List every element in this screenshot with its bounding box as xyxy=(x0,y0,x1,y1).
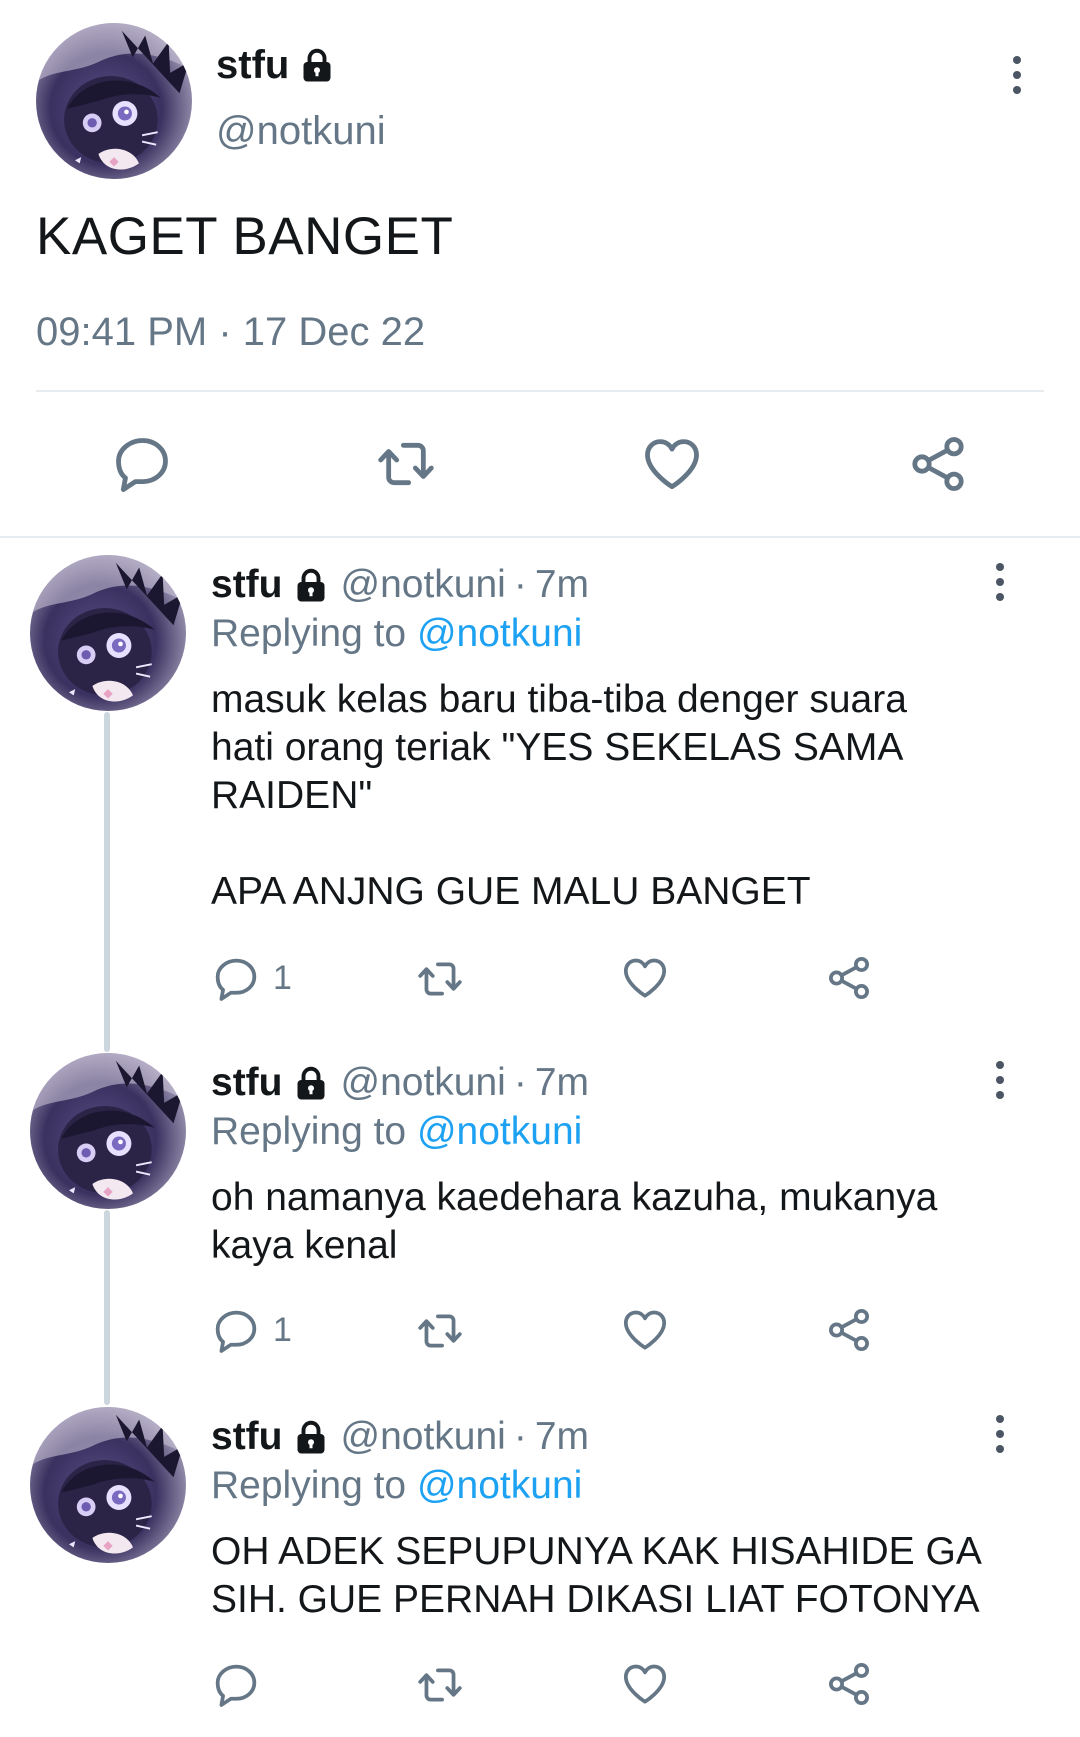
display-name[interactable]: stfu xyxy=(216,40,335,90)
user-handle[interactable]: @notkuni xyxy=(341,1059,506,1107)
lock-icon xyxy=(293,1063,329,1103)
reply-header: stfu @notkuni · 7m xyxy=(211,561,589,609)
replying-to-label: Replying to xyxy=(211,1464,417,1507)
lock-icon xyxy=(299,45,335,85)
section-divider xyxy=(0,536,1080,538)
reply-time: 7m xyxy=(534,563,590,606)
divider xyxy=(36,390,1044,392)
more-options-icon[interactable] xyxy=(993,1060,1007,1100)
thread-line xyxy=(104,1210,110,1405)
tweet-timestamp: 09:41 PM · 17 Dec 22 xyxy=(36,310,426,354)
reply-count: 1 xyxy=(273,959,292,997)
reply-text: masuk kelas baru tiba-tiba denger suara … xyxy=(211,678,907,913)
mention-link[interactable]: @notkuni xyxy=(417,612,582,655)
retweet-icon[interactable] xyxy=(372,432,440,496)
display-name[interactable]: stfu xyxy=(211,561,283,609)
more-options-icon[interactable] xyxy=(993,1414,1007,1454)
reply-icon[interactable] xyxy=(211,1306,261,1356)
more-options-icon[interactable] xyxy=(993,562,1007,602)
reply-text: OH ADEK SEPUPUNYA KAK HISAHIDE GA SIH. G… xyxy=(211,1530,982,1621)
thread-line xyxy=(104,712,110,1052)
display-name[interactable]: stfu xyxy=(211,1413,283,1461)
reply-time: 7m xyxy=(534,1061,590,1104)
mention-link[interactable]: @notkuni xyxy=(417,1110,582,1153)
user-handle[interactable]: @notkuni xyxy=(216,106,386,156)
lock-icon xyxy=(293,1417,329,1457)
reply-text: oh namanya kaedehara kazuha, mukanya kay… xyxy=(211,1176,938,1267)
user-handle[interactable]: @notkuni xyxy=(341,561,506,609)
share-icon[interactable] xyxy=(824,1658,874,1710)
share-icon[interactable] xyxy=(824,1304,874,1356)
like-icon[interactable] xyxy=(640,432,704,496)
reply-header: stfu @notkuni · 7m xyxy=(211,1059,589,1107)
replying-to-label: Replying to xyxy=(211,612,417,655)
reply-icon[interactable] xyxy=(110,432,174,496)
retweet-icon[interactable] xyxy=(412,1306,468,1356)
display-name-text: stfu xyxy=(216,43,290,87)
retweet-icon[interactable] xyxy=(412,954,468,1004)
reply-icon[interactable] xyxy=(211,954,261,1004)
reply-icon[interactable] xyxy=(211,1660,261,1710)
share-icon[interactable] xyxy=(824,952,874,1004)
avatar[interactable] xyxy=(30,1053,186,1209)
more-options-icon[interactable] xyxy=(1010,55,1024,95)
avatar[interactable] xyxy=(30,555,186,711)
tweet-text: KAGET BANGET xyxy=(36,207,454,266)
mention-link[interactable]: @notkuni xyxy=(417,1464,582,1507)
replying-to: Replying to @notkuni xyxy=(211,610,582,658)
display-name[interactable]: stfu xyxy=(211,1059,283,1107)
like-icon[interactable] xyxy=(620,1304,670,1356)
lock-icon xyxy=(293,565,329,605)
replying-to: Replying to @notkuni xyxy=(211,1462,582,1510)
user-handle[interactable]: @notkuni xyxy=(341,1413,506,1461)
reply-header: stfu @notkuni · 7m xyxy=(211,1413,589,1461)
like-icon[interactable] xyxy=(620,952,670,1004)
retweet-icon[interactable] xyxy=(412,1660,468,1710)
avatar[interactable] xyxy=(36,23,192,179)
reply-time: 7m xyxy=(534,1415,590,1458)
avatar[interactable] xyxy=(30,1407,186,1563)
like-icon[interactable] xyxy=(620,1658,670,1710)
share-icon[interactable] xyxy=(906,432,970,496)
separator-dot: · xyxy=(513,563,527,606)
separator-dot: · xyxy=(513,1415,527,1458)
separator-dot: · xyxy=(513,1061,527,1104)
replying-to: Replying to @notkuni xyxy=(211,1108,582,1156)
reply-count: 1 xyxy=(273,1311,292,1349)
replying-to-label: Replying to xyxy=(211,1110,417,1153)
